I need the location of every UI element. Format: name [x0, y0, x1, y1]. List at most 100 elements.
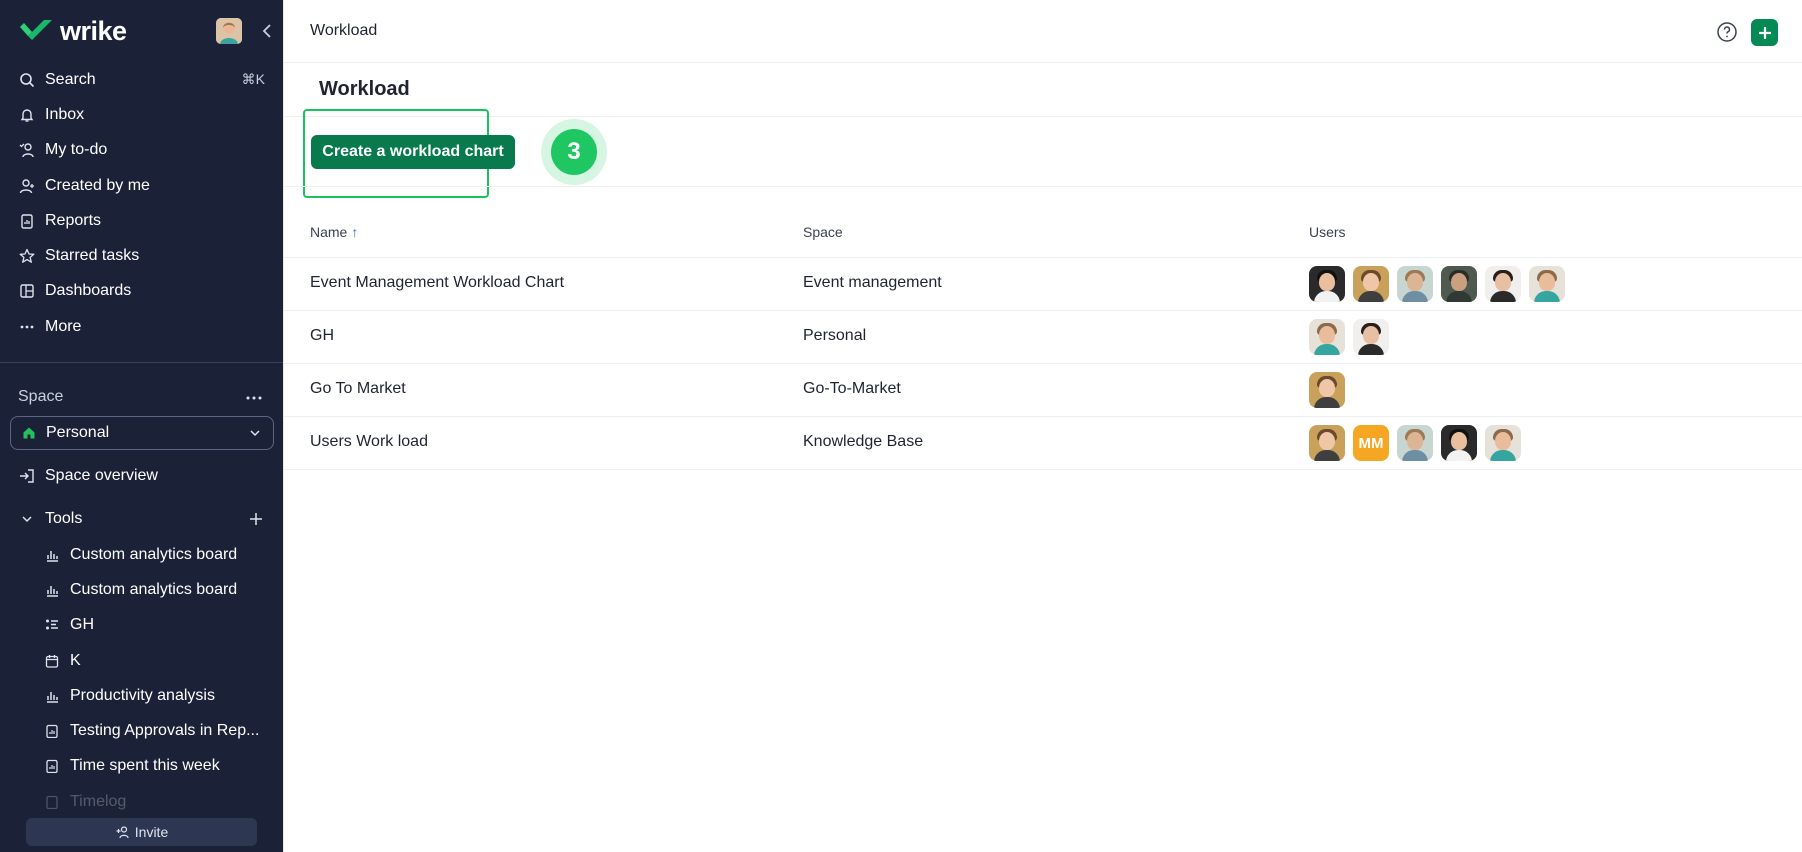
user-avatar[interactable] [216, 18, 242, 44]
row-name[interactable]: Users Work load [310, 433, 428, 451]
avatar[interactable] [1353, 266, 1389, 302]
sidebar: wrike Search ⌘K Inbox My to-do Created b… [0, 0, 283, 852]
nav-label: Dashboards [45, 282, 132, 300]
more-icon [18, 318, 36, 336]
column-header-users[interactable]: Users [1309, 224, 1346, 240]
star-icon [18, 247, 36, 265]
table-row[interactable]: Event Management Workload Chart Event ma… [284, 258, 1802, 311]
tool-item[interactable]: Time spent this week [44, 749, 272, 784]
nav-label: More [45, 317, 82, 335]
tool-item[interactable]: K [44, 643, 272, 678]
workload-table: Name ↑ Space Users Event Management Work… [284, 212, 1802, 470]
nav-label: Search [45, 70, 96, 88]
avatar[interactable] [1397, 425, 1433, 461]
avatar[interactable] [1353, 319, 1389, 355]
invite-button[interactable]: Invite [26, 818, 257, 846]
nav-label: My to-do [45, 141, 108, 159]
avatar[interactable] [1309, 425, 1345, 461]
tools-section-header[interactable]: Tools [18, 507, 266, 531]
avatar[interactable] [1485, 425, 1521, 461]
add-tool-icon[interactable] [246, 509, 266, 529]
row-space: Event management [803, 274, 942, 291]
avatar[interactable] [1485, 266, 1521, 302]
brand-name: wrike [60, 16, 127, 46]
tool-item[interactable]: GH [44, 608, 272, 643]
avatar[interactable] [1309, 266, 1345, 302]
avatar[interactable] [1309, 319, 1345, 355]
user-plus-icon [18, 177, 36, 195]
tools-list: Custom analytics board Custom analytics … [44, 537, 272, 819]
dashboard-icon [18, 282, 36, 300]
plus-icon [1758, 26, 1771, 39]
calendar-icon [44, 653, 60, 669]
avatar[interactable] [1441, 425, 1477, 461]
nav-starred-tasks[interactable]: Starred tasks [0, 238, 283, 273]
main-content: Workload Workload Create a workload char… [283, 0, 1802, 852]
breadcrumb[interactable]: Workload [310, 22, 377, 40]
nav-dashboards[interactable]: Dashboards [0, 274, 283, 309]
avatar[interactable] [1529, 266, 1565, 302]
space-overview-icon [18, 467, 36, 485]
report-icon [18, 212, 36, 230]
tool-label: GH [70, 616, 94, 634]
tool-label: Testing Approvals in Rep... [70, 722, 260, 740]
title-divider [284, 116, 1802, 117]
tool-label: Time spent this week [70, 757, 220, 775]
nav-created-by-me[interactable]: Created by me [0, 168, 283, 203]
nav-reports[interactable]: Reports [0, 203, 283, 238]
chevron-down-icon [249, 426, 261, 444]
nav-inbox[interactable]: Inbox [0, 97, 283, 132]
avatar-initials[interactable]: MM [1353, 425, 1389, 461]
tool-label: Custom analytics board [70, 545, 238, 563]
row-name[interactable]: Event Management Workload Chart [310, 274, 564, 292]
column-header-space[interactable]: Space [803, 224, 843, 240]
table-header: Name ↑ Space Users [284, 212, 1802, 258]
main-nav: Search ⌘K Inbox My to-do Created by me R… [0, 62, 283, 344]
avatar[interactable] [1309, 372, 1345, 408]
table-row[interactable]: Go To Market Go-To-Market [284, 364, 1802, 417]
chevron-down-icon [18, 510, 36, 528]
nav-label: Created by me [45, 176, 150, 194]
row-space: Go-To-Market [803, 380, 901, 397]
tool-label: Custom analytics board [70, 580, 238, 598]
nav-more[interactable]: More [0, 309, 283, 344]
tool-item[interactable]: Custom analytics board [44, 537, 272, 572]
nav-my-todo[interactable]: My to-do [0, 133, 283, 168]
search-shortcut: ⌘K [241, 71, 265, 88]
table-row[interactable]: Users Work load Knowledge Base MM [284, 417, 1802, 470]
nav-search[interactable]: Search ⌘K [0, 62, 283, 97]
tool-item[interactable]: Productivity analysis [44, 678, 272, 713]
report-icon [44, 758, 60, 774]
tool-item[interactable]: Custom analytics board [44, 572, 272, 607]
space-selector[interactable]: Personal [10, 416, 274, 450]
analytics-icon [44, 582, 60, 598]
help-icon[interactable] [1715, 20, 1739, 44]
table-row[interactable]: GH Personal [284, 311, 1802, 364]
space-overview-link[interactable]: Space overview [18, 464, 158, 488]
row-users [1309, 319, 1397, 355]
logo[interactable]: wrike [18, 16, 271, 46]
row-name[interactable]: Go To Market [310, 380, 406, 398]
space-overview-label: Space overview [45, 467, 158, 484]
space-more-icon[interactable] [242, 388, 266, 408]
column-header-name[interactable]: Name ↑ [310, 224, 358, 240]
avatar[interactable] [1397, 266, 1433, 302]
row-space: Personal [803, 327, 867, 344]
tool-item[interactable]: Timelog [44, 784, 272, 819]
collapse-sidebar-icon[interactable] [254, 18, 280, 44]
step-badge: 3 [551, 129, 597, 175]
space-selected-label: Personal [46, 424, 110, 441]
add-new-button[interactable] [1751, 19, 1778, 46]
report-icon [44, 794, 60, 810]
row-name[interactable]: GH [310, 327, 334, 345]
tool-label: K [70, 651, 81, 669]
tool-label: Timelog [70, 792, 127, 810]
space-label: Space [18, 388, 64, 405]
create-workload-chart-button[interactable]: Create a workload chart [311, 135, 515, 169]
bell-icon [18, 106, 36, 124]
tool-item[interactable]: Testing Approvals in Rep... [44, 713, 272, 748]
nav-label: Starred tasks [45, 247, 140, 265]
row-space: Knowledge Base [803, 433, 924, 450]
column-label: Users [1309, 224, 1346, 240]
avatar[interactable] [1441, 266, 1477, 302]
